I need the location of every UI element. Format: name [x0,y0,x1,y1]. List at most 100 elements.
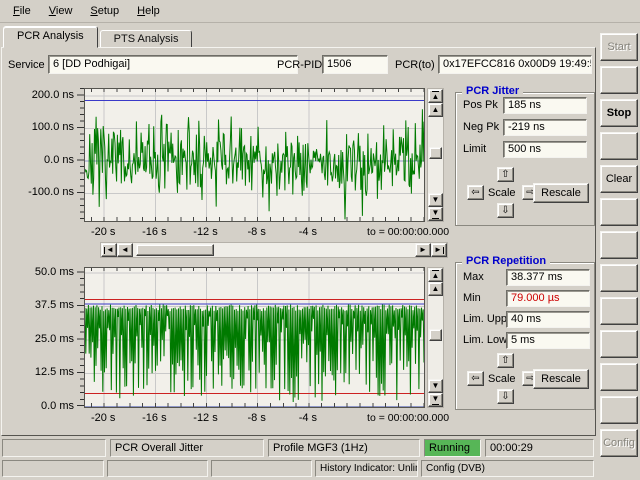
service-label: Service [8,59,45,71]
status-cell-config-standard: Config (DVB) [421,460,594,477]
pos-pk-label: Pos Pk [463,99,498,111]
scroll-right-icon[interactable]: ► [415,243,431,257]
max-field: 38.377 ms [506,269,590,286]
status-cell-history-indicator: History Indicator: Unlimited [315,460,418,477]
neg-pk-field: -219 ns [503,119,587,136]
scroll-top-icon[interactable]: ▲ [428,268,443,282]
pcr-to-field: 0x17EFCC816 0x00D9 19:49:5 [438,55,592,74]
scroll-top-icon[interactable]: ▲ [428,89,443,103]
scrollbar-thumb[interactable] [429,147,442,159]
scroll-bottom-icon[interactable]: ▼ [428,207,443,221]
jitter-y-axis-labels: 200.0 ns100.0 ns0.0 ns-100.0 ns [0,88,76,222]
service-field[interactable]: 6 [DD Podhigai] [48,55,298,74]
jitter-vertical-scrollbar: ▲ ▲ ▼ ▼ [427,88,444,222]
scrollbar-track[interactable] [133,243,415,257]
scale-left-icon[interactable]: ⇦ [467,371,484,386]
status-cell-empty [107,460,208,477]
x-tick-label: -16 s [129,412,179,424]
pcr-repetition-series [85,305,424,403]
pcr-repetition-group: PCR Repetition Max 38.377 ms Min 79.000 … [455,262,595,410]
tab-pcr-analysis[interactable]: PCR Analysis [3,26,98,48]
y-tick-label: 0.0 ns [44,154,74,166]
scale-up-icon[interactable]: ⇧ [497,353,514,368]
scrollbar-thumb[interactable] [429,329,442,341]
side-button-blank [600,198,638,226]
status-cell-empty [211,460,312,477]
side-button-blank [600,363,638,391]
repetition-x-axis-labels: -20 s-16 s-12 s-8 s-4 sto = 00:00:00.000 [84,412,504,425]
y-axis-ticks [76,88,84,220]
status-cell-empty [2,439,106,457]
scrollbar-thumb[interactable] [136,244,214,256]
side-button-blank [600,297,638,325]
menu-bar: File View Setup Help [0,0,640,23]
x-tick-label: -12 s [181,226,231,238]
y-tick-label: 37.5 ms [35,299,74,311]
scroll-down-icon[interactable]: ▼ [428,379,443,393]
lim-upper-field[interactable]: 40 ms [506,311,590,328]
pcr-repetition-group-title: PCR Repetition [462,255,550,267]
x-tick-label: -12 s [181,412,231,424]
scroll-left-icon[interactable]: ◄ [117,243,133,257]
chart-canvas [85,268,424,407]
side-button-blank [600,396,638,424]
pcr-jitter-series [85,109,424,219]
y-tick-label: 0.0 ms [41,400,74,412]
config-button[interactable]: Config [600,429,638,457]
lim-lower-field[interactable]: 5 ms [506,332,590,349]
side-button-blank [600,330,638,358]
side-button-blank [600,264,638,292]
scroll-home-icon[interactable]: ◄ [101,243,117,257]
scrollbar-track[interactable] [428,296,443,379]
status-cell-elapsed-time: 00:00:29 [485,439,594,457]
scroll-bottom-icon[interactable]: ▼ [428,393,443,407]
jitter-x-axis-labels: -20 s-16 s-12 s-8 s-4 sto = 00:00:00.000 [84,226,504,239]
x-axis-end-label: to = 00:00:00.000 [367,226,449,238]
y-tick-label: 12.5 ms [35,366,74,378]
pcr-jitter-group: PCR Jitter Pos Pk 185 ns Neg Pk -219 ns … [455,92,595,226]
scale-down-icon[interactable]: ⇩ [497,389,514,404]
pcr-pid-label: PCR-PID [277,59,322,71]
repetition-plot-area [84,267,425,408]
menu-view[interactable]: View [40,2,82,20]
repetition-rescale-button[interactable]: Rescale [533,369,589,389]
x-tick-label: -8 s [232,226,282,238]
scale-left-icon[interactable]: ⇦ [467,185,484,200]
min-label: Min [463,292,481,304]
scale-label: Scale [488,187,516,199]
max-label: Max [463,271,484,283]
jitter-limit-field[interactable]: 500 ns [503,141,587,158]
x-tick-label: -20 s [78,226,128,238]
clear-button[interactable]: Clear [600,165,638,193]
side-button-blank [600,231,638,259]
min-field: 79.000 µs [506,290,590,307]
tab-pts-analysis[interactable]: PTS Analysis [100,30,193,47]
scrollbar-track[interactable] [428,117,443,193]
scale-label: Scale [488,373,516,385]
x-tick-label: -4 s [283,412,333,424]
menu-file[interactable]: File [4,2,40,20]
scroll-end-icon[interactable]: ► [431,243,447,257]
jitter-horizontal-scrollbar: ◄ ◄ ► ► [100,242,448,258]
start-button[interactable]: Start [600,33,638,61]
scroll-up-icon[interactable]: ▲ [428,282,443,296]
menu-setup[interactable]: Setup [81,2,128,20]
status-cell-running: Running [424,439,481,457]
application-window: File View Setup Help PCR Analysis PTS An… [0,0,640,480]
stop-button[interactable]: Stop [600,99,638,127]
jitter-plot-area [84,88,425,222]
scale-up-icon[interactable]: ⇧ [497,167,514,182]
y-tick-label: 200.0 ns [32,89,74,101]
menu-help[interactable]: Help [128,2,169,20]
status-cell-empty [2,460,104,477]
repetition-vertical-scrollbar: ▲ ▲ ▼ ▼ [427,267,444,408]
x-tick-label: -16 s [129,226,179,238]
scroll-down-icon[interactable]: ▼ [428,193,443,207]
jitter-rescale-button[interactable]: Rescale [533,183,589,203]
neg-pk-label: Neg Pk [463,121,499,133]
pcr-jitter-group-title: PCR Jitter [462,85,523,97]
scroll-up-icon[interactable]: ▲ [428,103,443,117]
tab-bar: PCR Analysis PTS Analysis [0,23,640,47]
scale-down-icon[interactable]: ⇩ [497,203,514,218]
pcr-pid-field: 1506 [322,55,388,74]
